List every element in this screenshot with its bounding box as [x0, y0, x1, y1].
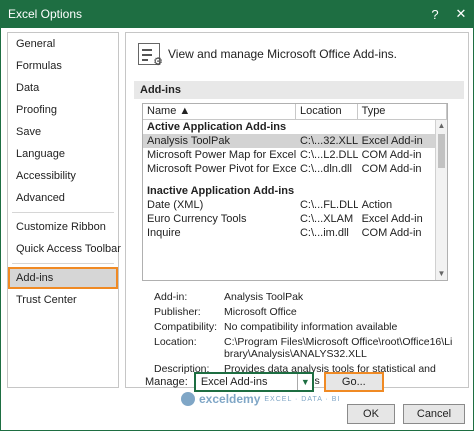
sidebar-divider [12, 212, 114, 213]
group-label-inactive: Inactive Application Add-ins [147, 185, 295, 197]
table-header: Name ▲ Location Type [143, 104, 447, 120]
scroll-down-icon[interactable]: ▼ [436, 268, 447, 280]
column-location-header[interactable]: Location [296, 104, 358, 119]
cell-location: C:\...im.dll [299, 227, 349, 239]
manage-label: Manage: [145, 376, 188, 388]
cell-type: COM Add-in [361, 163, 422, 175]
cell-name: Analysis ToolPak [147, 135, 230, 147]
sidebar-item-advanced[interactable]: Advanced [8, 187, 118, 209]
sidebar-item-language[interactable]: Language [8, 143, 118, 165]
watermark-title: exceldemy [199, 392, 261, 406]
cell-type: COM Add-in [361, 227, 422, 239]
table-row[interactable]: Microsoft Power Pivot for Excel C:\...dl… [143, 162, 447, 176]
cell-location: C:\...XLAM [299, 213, 354, 225]
detail-value: No compatibility information available [224, 321, 398, 333]
section-title: Add-ins [134, 81, 464, 99]
watermark-subtitle: EXCEL · DATA · BI [264, 395, 341, 403]
help-button[interactable]: ? [422, 7, 448, 22]
column-name-header[interactable]: Name ▲ [143, 104, 296, 119]
detail-label: Compatibility: [154, 321, 218, 333]
panel-header: ⚙ View and manage Microsoft Office Add-i… [138, 43, 398, 68]
sidebar-item-data[interactable]: Data [8, 77, 118, 99]
window-title: Excel Options [8, 7, 83, 21]
cell-name: Inquire [147, 227, 181, 239]
detail-value: C:\Program Files\Microsoft Office\root\O… [224, 336, 453, 360]
chevron-down-icon[interactable]: ▼ [296, 374, 313, 390]
sidebar-item-formulas[interactable]: Formulas [8, 55, 118, 77]
table-row[interactable]: Microsoft Power Map for Excel C:\...L2.D… [143, 148, 447, 162]
table-row[interactable]: Inquire C:\...im.dll COM Add-in [143, 226, 447, 240]
column-type-header[interactable]: Type [358, 104, 447, 119]
sidebar-item-customize-ribbon[interactable]: Customize Ribbon [8, 216, 118, 238]
table-row[interactable]: Euro Currency Tools C:\...XLAM Excel Add… [143, 212, 447, 226]
ok-button[interactable]: OK [347, 404, 395, 424]
cell-location: C:\...32.XLL [299, 135, 358, 147]
scroll-thumb[interactable] [438, 134, 445, 168]
detail-label: Publisher: [154, 306, 201, 318]
options-window: General Formulas Data Proofing Save Lang… [0, 28, 474, 431]
detail-label: Add-in: [154, 291, 188, 303]
manage-dropdown[interactable]: Excel Add-ins ▼ [193, 372, 314, 392]
cell-location: C:\...FL.DLL [299, 199, 358, 211]
cell-name: Microsoft Power Pivot for Excel [147, 163, 296, 175]
go-button[interactable]: Go... [323, 372, 384, 392]
add-ins-icon: ⚙ [138, 43, 163, 68]
manage-selected-value: Excel Add-ins [200, 376, 268, 388]
sidebar-item-add-ins[interactable]: Add-ins [8, 267, 118, 289]
cell-name: Microsoft Power Map for Excel [147, 149, 296, 161]
panel-header-text: View and manage Microsoft Office Add-ins… [168, 47, 398, 61]
detail-value: Microsoft Office [224, 306, 297, 318]
exceldemy-logo-icon [181, 392, 195, 406]
watermark: exceldemy EXCEL · DATA · BI [181, 392, 340, 406]
close-button[interactable]: ✕ [448, 6, 474, 22]
table-row[interactable]: Date (XML) C:\...FL.DLL Action [143, 198, 447, 212]
group-label-active: Active Application Add-ins [147, 121, 287, 133]
detail-value: Analysis ToolPak [224, 291, 304, 303]
main-panel: ⚙ View and manage Microsoft Office Add-i… [125, 32, 469, 388]
cell-name: Date (XML) [147, 199, 204, 211]
detail-label: Location: [154, 336, 197, 348]
sidebar-item-trust-center[interactable]: Trust Center [8, 289, 118, 311]
sidebar-item-quick-access-toolbar[interactable]: Quick Access Toolbar [8, 238, 121, 260]
cell-type: COM Add-in [361, 149, 422, 161]
add-ins-table: Name ▲ Location Type Active Application … [142, 103, 448, 281]
sidebar-item-general[interactable]: General [8, 33, 118, 55]
cell-type: Excel Add-in [361, 135, 423, 147]
scroll-up-icon[interactable]: ▲ [436, 120, 447, 132]
title-bar: Excel Options ? ✕ [0, 0, 474, 28]
cell-location: C:\...dln.dll [299, 163, 352, 175]
cell-location: C:\...L2.DLL [299, 149, 358, 161]
cell-type: Action [361, 199, 393, 211]
cell-type: Excel Add-in [361, 213, 423, 225]
sidebar-item-save[interactable]: Save [8, 121, 118, 143]
table-scrollbar[interactable]: ▲ ▼ [435, 120, 447, 280]
table-row[interactable]: Analysis ToolPak C:\...32.XLL Excel Add-… [143, 134, 447, 148]
cell-name: Euro Currency Tools [147, 213, 247, 225]
cancel-button[interactable]: Cancel [403, 404, 465, 424]
manage-bar: Manage: Excel Add-ins ▼ Go... [145, 372, 384, 392]
sidebar-divider [12, 263, 114, 264]
sidebar-item-proofing[interactable]: Proofing [8, 99, 118, 121]
sidebar: General Formulas Data Proofing Save Lang… [7, 32, 121, 388]
sidebar-item-accessibility[interactable]: Accessibility [8, 165, 118, 187]
